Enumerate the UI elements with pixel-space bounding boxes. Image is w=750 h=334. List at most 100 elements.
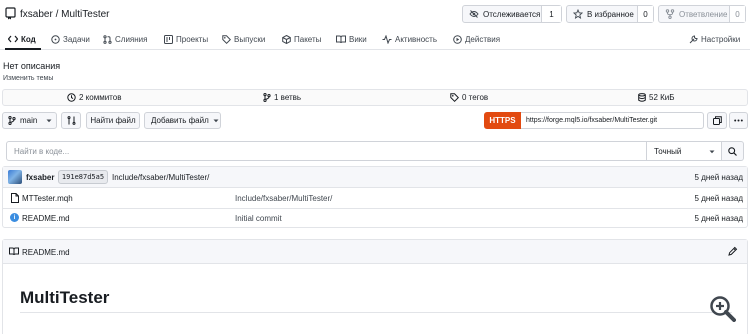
branch-selector[interactable]: main bbox=[2, 112, 57, 129]
find-file-button[interactable]: Найти файл bbox=[86, 112, 140, 129]
pencil-icon[interactable] bbox=[728, 246, 738, 256]
latest-commit-message[interactable]: Include/fxsaber/MultiTester/ bbox=[112, 173, 209, 182]
tab-packages-label: Пакеты bbox=[294, 34, 322, 44]
branch-icon bbox=[263, 93, 271, 102]
tab-pulls-label: Слияния bbox=[115, 34, 148, 44]
file-commit-age: 5 дней назад bbox=[694, 214, 743, 223]
code-search-input[interactable]: Найти в коде... bbox=[6, 141, 647, 161]
readme-heading: MultiTester bbox=[20, 288, 110, 307]
search-icon bbox=[728, 146, 737, 156]
file-name-link[interactable]: MTTester.mqh bbox=[22, 194, 73, 203]
repo-description: Нет описания bbox=[3, 61, 61, 71]
readme-filename[interactable]: README.md bbox=[22, 248, 70, 257]
code-icon bbox=[8, 35, 18, 43]
zoom-in-icon bbox=[708, 294, 736, 322]
package-icon bbox=[282, 34, 291, 44]
commit-sha-button[interactable]: 191e87d5a5 bbox=[58, 170, 108, 184]
branches-link[interactable]: 1 ветвь bbox=[263, 93, 301, 102]
star-button[interactable]: В избранное 0 bbox=[566, 5, 654, 23]
fork-button[interactable]: Ответвление 0 bbox=[658, 5, 746, 23]
database-icon bbox=[638, 93, 646, 102]
tab-wiki-label: Вики bbox=[349, 34, 367, 44]
tools-icon bbox=[689, 34, 698, 44]
fork-label: Ответвление bbox=[679, 9, 728, 19]
repo-size: 52 КиБ bbox=[638, 93, 675, 102]
tab-projects-label: Проекты bbox=[176, 34, 209, 44]
fork-icon bbox=[665, 9, 675, 19]
pull-request-icon bbox=[103, 34, 112, 44]
commits-link[interactable]: 2 коммитов bbox=[67, 93, 121, 102]
tags-link[interactable]: 0 тегов bbox=[450, 93, 488, 102]
caret-down-icon bbox=[213, 119, 219, 123]
repo-owner-link[interactable]: fxsaber bbox=[20, 9, 53, 20]
search-mode-value: Точный bbox=[654, 146, 682, 156]
file-row: MTTester.mqh Include/fxsaber/MultiTester… bbox=[3, 188, 747, 208]
book-icon bbox=[9, 247, 19, 256]
watch-count[interactable]: 1 bbox=[541, 6, 561, 22]
tab-code-label: Код bbox=[21, 34, 36, 44]
tab-issues-label: Задачи bbox=[63, 34, 90, 44]
repo-icon bbox=[5, 7, 16, 20]
add-file-button[interactable]: Добавить файл bbox=[144, 112, 221, 129]
tab-underline bbox=[0, 49, 750, 50]
repo-separator: / bbox=[55, 9, 59, 20]
star-count[interactable]: 0 bbox=[637, 6, 653, 22]
tab-pulls[interactable]: Слияния bbox=[103, 33, 147, 45]
copy-url-button[interactable] bbox=[707, 112, 727, 129]
tab-projects[interactable]: Проекты bbox=[164, 33, 208, 45]
tab-activity-label: Активность bbox=[395, 34, 438, 44]
tab-settings[interactable]: Настройки bbox=[689, 33, 740, 45]
avatar[interactable] bbox=[8, 170, 22, 184]
tab-activity[interactable]: Активность bbox=[382, 33, 437, 45]
readme-heading-rule bbox=[20, 312, 732, 313]
tab-wiki[interactable]: Вики bbox=[336, 33, 367, 45]
clone-protocol-button[interactable]: HTTPS bbox=[484, 112, 521, 129]
branch-name: main bbox=[20, 116, 38, 125]
tags-count: 0 тегов bbox=[462, 93, 489, 102]
tag-icon bbox=[222, 34, 231, 44]
info-icon: i bbox=[10, 213, 19, 222]
latest-commit-author[interactable]: fxsaber bbox=[26, 173, 54, 182]
fork-count[interactable]: 0 bbox=[729, 6, 745, 22]
clone-url-input[interactable]: https://forge.mql5.io/fxsaber/MultiTeste… bbox=[521, 112, 704, 129]
project-icon bbox=[164, 34, 173, 44]
watch-button[interactable]: Отслеживается 1 bbox=[462, 5, 562, 23]
copy-icon bbox=[712, 116, 722, 125]
latest-commit-age: 5 дней назад bbox=[694, 173, 743, 182]
compare-icon bbox=[67, 116, 76, 125]
repo-name-link[interactable]: MultiTester bbox=[61, 9, 109, 20]
add-file-label: Добавить файл bbox=[151, 116, 209, 125]
tab-packages[interactable]: Пакеты bbox=[282, 33, 321, 45]
star-icon bbox=[573, 9, 583, 19]
file-commit-age: 5 дней назад bbox=[694, 194, 743, 203]
branch-icon bbox=[8, 116, 16, 125]
file-commit-message[interactable]: Include/fxsaber/MultiTester/ bbox=[235, 194, 332, 203]
compare-button[interactable] bbox=[61, 112, 81, 129]
search-submit-button[interactable] bbox=[722, 141, 744, 161]
edit-topics-link[interactable]: Изменить темы bbox=[3, 75, 53, 82]
file-row: i README.md Initial commit 5 дней назад bbox=[3, 208, 747, 228]
caret-down-icon bbox=[46, 119, 52, 123]
tab-actions[interactable]: Действия bbox=[453, 33, 500, 45]
file-name-link[interactable]: README.md bbox=[22, 214, 70, 223]
code-search-placeholder: Найти в коде... bbox=[14, 146, 70, 156]
file-commit-message[interactable]: Initial commit bbox=[235, 214, 282, 223]
watch-label: Отслеживается bbox=[483, 9, 541, 19]
search-mode-select[interactable]: Точный bbox=[647, 141, 722, 161]
tab-issues[interactable]: Задачи bbox=[51, 33, 90, 45]
caret-down-icon bbox=[709, 150, 715, 154]
tab-actions-label: Действия bbox=[465, 34, 501, 44]
tab-active-indicator bbox=[5, 48, 41, 50]
repo-header: fxsaber / MultiTester Отслеживается 1 В … bbox=[0, 0, 750, 28]
pulse-icon bbox=[382, 34, 392, 44]
file-icon bbox=[11, 193, 19, 203]
repo-title: fxsaber / MultiTester bbox=[20, 9, 110, 20]
play-icon bbox=[453, 34, 462, 44]
tab-settings-label: Настройки bbox=[701, 34, 741, 44]
tab-releases[interactable]: Выпуски bbox=[222, 33, 265, 45]
eye-slash-icon bbox=[469, 9, 479, 19]
tab-code[interactable]: Код bbox=[8, 33, 36, 45]
more-actions-button[interactable] bbox=[729, 112, 748, 129]
book-icon bbox=[336, 35, 346, 44]
branches-count: 1 ветвь bbox=[274, 93, 302, 102]
